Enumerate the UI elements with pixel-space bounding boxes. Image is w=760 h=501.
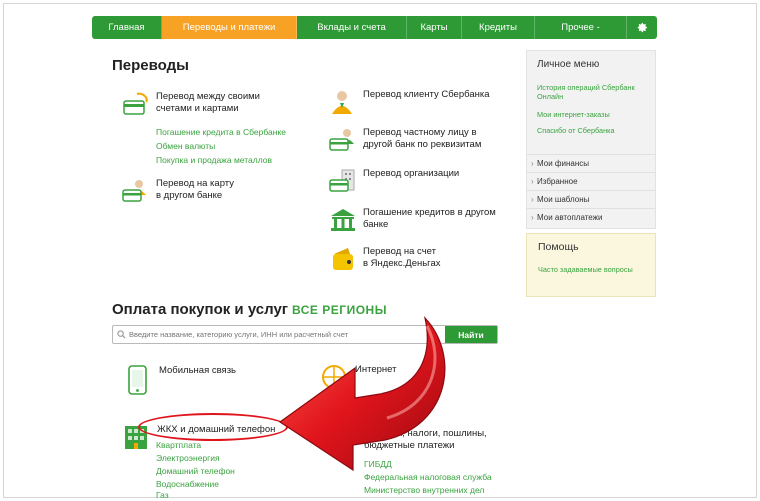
link-mvd[interactable]: Министерство внутренних дел <box>364 483 484 497</box>
red-arrow-icon <box>278 316 446 472</box>
link-currency-exchange[interactable]: Обмен валюты <box>156 139 215 153</box>
card-other-bank-label-1: Перевод на карту <box>156 178 234 189</box>
payment-mobile[interactable]: Мобильная связь <box>124 365 236 395</box>
sidebar-item-autopayments[interactable]: Мои автоплатежи <box>527 208 655 227</box>
nav-other[interactable]: Прочее - <box>535 16 627 39</box>
personal-menu: Личное меню История операций Сбербанк Он… <box>526 50 656 229</box>
nav-cards[interactable]: Карты <box>407 16 462 39</box>
organization-label: Перевод организации <box>363 168 460 179</box>
private-person-label-2: другой банк по реквизитам <box>363 139 482 150</box>
top-nav: Главная Переводы и платежи Вклады и счет… <box>92 16 657 39</box>
gear-icon[interactable] <box>627 16 657 39</box>
link-loan-repay-sber[interactable]: Погашение кредита в Сбербанке <box>156 125 286 139</box>
nav-home[interactable]: Главная <box>92 16 162 39</box>
help-title: Помощь <box>538 241 579 253</box>
sidebar-item-finances[interactable]: Мои финансы <box>527 154 655 173</box>
search-icon <box>113 326 129 343</box>
private-person-label-1: Перевод частному лицу в <box>363 127 477 138</box>
link-rent[interactable]: Квартплата <box>156 439 201 452</box>
link-metals[interactable]: Покупка и продажа металлов <box>156 153 272 167</box>
transfer-private-person[interactable]: Перевод частному лицу в другой банк по ре… <box>328 127 481 153</box>
person-card-icon <box>329 129 354 151</box>
nav-transfers-payments[interactable]: Переводы и платежи <box>162 16 297 39</box>
sber-client-label: Перевод клиенту Сбербанка <box>363 89 490 100</box>
card-other-bank-label-2: в другом банке <box>156 190 223 201</box>
sidebar-item-templates[interactable]: Мои шаблоны <box>527 190 655 209</box>
sidebar-item-favorites[interactable]: Избранное <box>527 172 655 191</box>
transfer-sber-client[interactable]: Перевод клиенту Сбербанка <box>328 89 490 115</box>
bank-icon <box>331 209 355 231</box>
link-home-phone[interactable]: Домашний телефон <box>156 465 235 478</box>
transfer-own-accounts[interactable]: Перевод между своими счетами и картами <box>121 91 260 117</box>
link-electricity[interactable]: Электроэнергия <box>156 452 220 465</box>
mobile-label: Мобильная связь <box>159 365 236 376</box>
link-gas[interactable]: Газ <box>156 489 169 499</box>
help-box: Помощь Часто задаваемые вопросы <box>526 233 656 297</box>
yandex-wallet-icon <box>333 248 353 270</box>
personal-menu-title: Личное меню <box>537 59 600 70</box>
link-internet-orders[interactable]: Мои интернет-заказы <box>537 110 653 119</box>
transfer-own-label-2: счетами и картами <box>156 103 239 114</box>
transfer-own-label-1: Перевод между своими <box>156 91 260 102</box>
card-transfer-icon <box>123 92 148 115</box>
person-icon <box>332 91 352 114</box>
yandex-label-2: в Яндекс.Деньгах <box>363 258 441 269</box>
transfers-title: Переводы <box>112 57 189 74</box>
loan-other-bank-label-1: Погашение кредитов в другом <box>363 207 496 218</box>
mobile-phone-icon <box>128 365 147 395</box>
transfer-card-other-bank[interactable]: Перевод на карту в другом банке <box>121 178 234 204</box>
transfer-yandex[interactable]: Перевод на счет в Яндекс.Деньгах <box>328 246 440 272</box>
organization-card-icon <box>329 169 355 192</box>
person-card-icon <box>122 180 146 202</box>
transfer-organization[interactable]: Перевод организации <box>328 168 459 194</box>
transfer-loan-other-bank[interactable]: Погашение кредитов в другом банке <box>328 207 496 233</box>
yandex-label-1: Перевод на счет <box>363 246 436 257</box>
link-faq[interactable]: Часто задаваемые вопросы <box>538 265 648 274</box>
nav-credits[interactable]: Кредиты <box>462 16 535 39</box>
loan-other-bank-label-2: банке <box>363 219 389 230</box>
nav-deposits[interactable]: Вклады и счета <box>297 16 407 39</box>
link-operations-history[interactable]: История операций Сбербанк Онлайн <box>537 83 653 101</box>
link-spasibo[interactable]: Спасибо от Сбербанка <box>537 126 653 135</box>
